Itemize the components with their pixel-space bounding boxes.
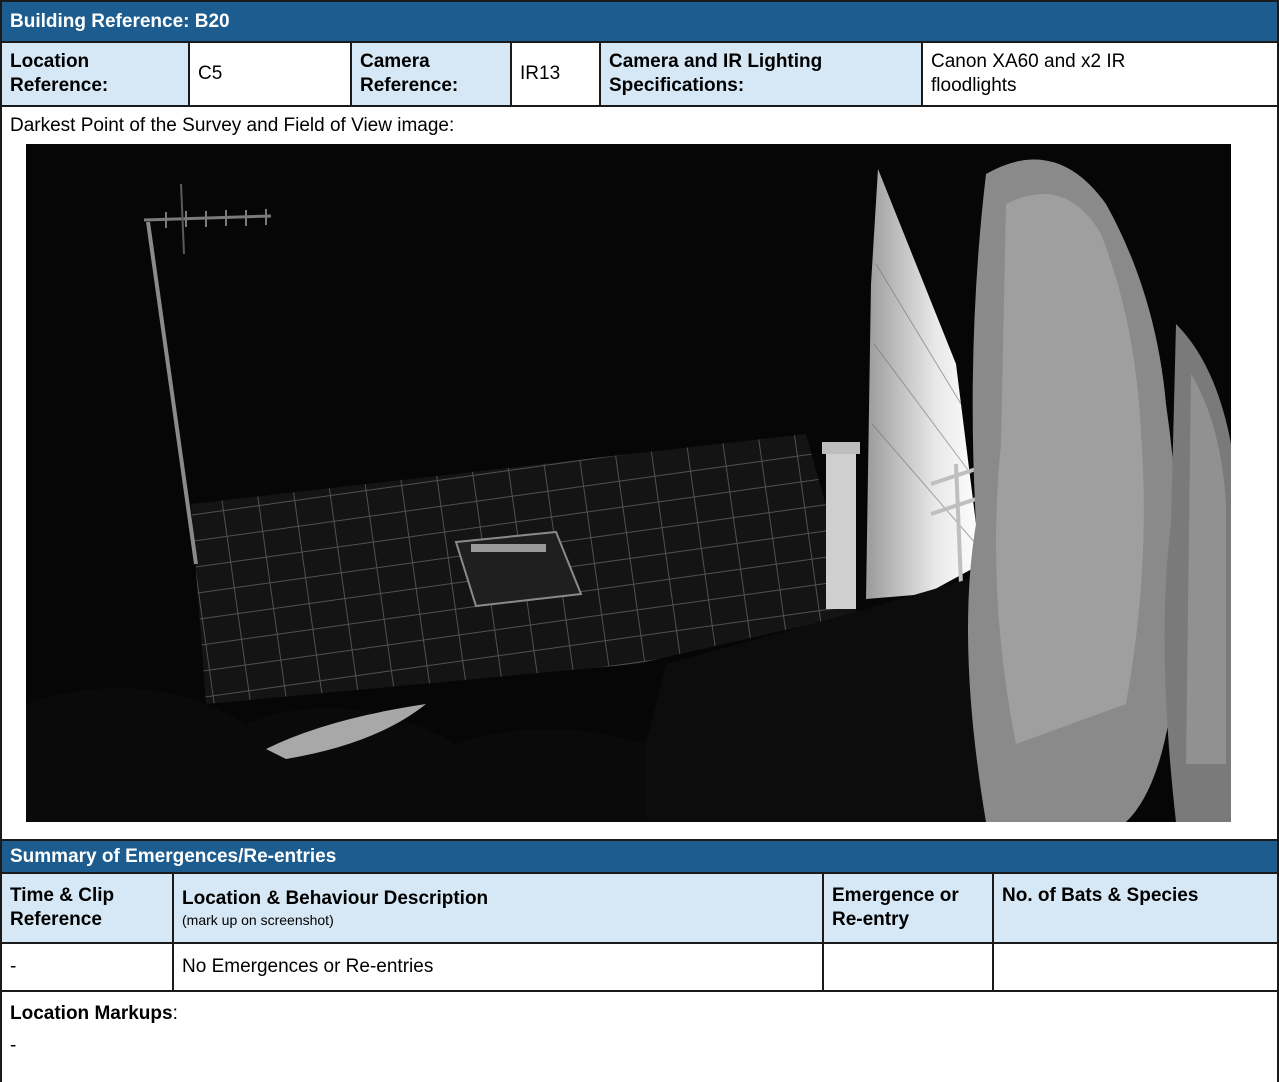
col-bats-species: No. of Bats & Species [992,872,1279,944]
field-of-view-image [26,144,1231,822]
col-emergence-reentry: Emergence or Re-entry [822,872,994,944]
location-markups-section [0,990,1279,1082]
table-row-description: No Emergences or Re-entries [172,942,824,992]
camera-spec-value: Canon XA60 and x2 IR floodlights [921,41,1279,107]
col-location-behaviour: Location & Behaviour Description (mark u… [172,872,824,944]
table-row-type [822,942,994,992]
ir-survey-photo [26,144,1231,822]
location-reference-label: Location Reference: [0,41,190,107]
building-reference-header: Building Reference: B20 [0,0,1279,43]
image-caption: Darkest Point of the Survey and Field of… [10,115,455,136]
camera-spec-label: Camera and IR Lighting Specifications: [599,41,923,107]
summary-header: Summary of Emergences/Re-entries [0,839,1279,874]
location-reference-value: C5 [188,41,352,107]
location-markups-value: - [10,1035,17,1056]
summary-title: Summary of Emergences/Re-entries [10,845,337,867]
building-reference-text: Building Reference: B20 [10,10,230,32]
table-row-time: - [0,942,174,992]
table-row-bats [992,942,1279,992]
location-markups-label: Location Markups: [10,1003,178,1024]
camera-reference-label: Camera Reference: [350,41,512,107]
survey-form: Building Reference: B20 Location Referen… [0,0,1279,1082]
camera-reference-value: IR13 [510,41,601,107]
col-time-clip: Time & Clip Reference [0,872,174,944]
